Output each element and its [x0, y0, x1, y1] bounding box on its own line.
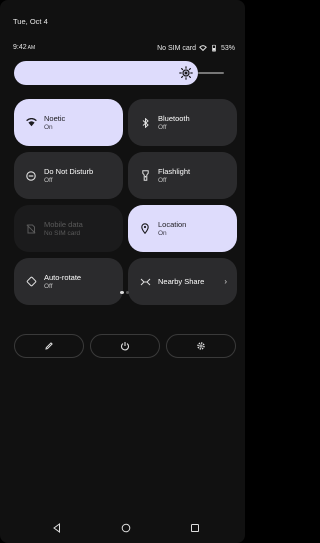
tile-dnd-label: Do Not Disturb	[44, 166, 94, 176]
tile-bluetooth[interactable]: Bluetooth Off	[128, 99, 237, 146]
recents-button[interactable]	[189, 522, 201, 534]
tile-dnd-state: Off	[44, 176, 53, 184]
edit-icon	[45, 342, 53, 350]
navigation-bar	[0, 512, 245, 543]
tile-wifi-state: On	[44, 123, 53, 131]
network-status: No SIM card	[157, 44, 196, 52]
brightness-track-rest	[198, 72, 224, 74]
tile-auto-rotate[interactable]: Auto-rotate Off	[14, 258, 123, 305]
home-icon	[121, 523, 131, 533]
tile-mobile-data[interactable]: Mobile data No SIM card	[14, 205, 123, 252]
tile-auto-rotate-label: Auto-rotate	[44, 272, 82, 282]
brightness-fill	[14, 61, 198, 85]
back-button[interactable]	[51, 522, 63, 534]
quick-settings-panel: Tue, Oct 4 9:42AM No SIM card 53% Noetic…	[0, 0, 245, 543]
auto-rotate-icon	[25, 276, 37, 288]
tile-location-label: Location	[158, 219, 187, 229]
wifi-icon	[25, 117, 37, 129]
tile-bluetooth-label: Bluetooth	[158, 113, 190, 123]
chevron-right-icon: ›	[224, 277, 227, 286]
page-indicator	[120, 291, 129, 294]
tile-nearby-share[interactable]: Nearby Share ›	[128, 258, 237, 305]
flashlight-icon	[139, 170, 151, 182]
status-date: Tue, Oct 4	[13, 17, 48, 26]
status-time-value: 9:42	[13, 44, 27, 51]
tile-bluetooth-state: Off	[158, 123, 167, 131]
page-dot-active	[120, 291, 124, 294]
tile-nearby-share-label: Nearby Share	[158, 277, 205, 286]
settings-icon	[197, 342, 205, 350]
tile-mobile-data-label: Mobile data	[44, 219, 83, 229]
home-button[interactable]	[120, 522, 132, 534]
settings-button[interactable]	[166, 334, 236, 358]
status-time: 9:42AM	[13, 44, 35, 51]
edit-button[interactable]	[14, 334, 84, 358]
page-dot	[126, 291, 129, 294]
brightness-slider[interactable]	[14, 61, 228, 85]
tile-auto-rotate-state: Off	[44, 282, 53, 290]
battery-percent: 53%	[220, 44, 235, 52]
tile-mobile-data-state: No SIM card	[44, 229, 81, 237]
recents-icon	[191, 524, 199, 532]
tile-flashlight[interactable]: Flashlight Off	[128, 152, 237, 199]
dnd-icon	[25, 170, 37, 182]
power-icon	[120, 342, 130, 351]
tile-location[interactable]: Location On	[128, 205, 237, 252]
nearby-share-icon	[139, 276, 151, 288]
location-icon	[139, 223, 151, 235]
mobile-data-icon	[25, 223, 37, 235]
tile-location-state: On	[158, 229, 167, 237]
back-icon	[53, 523, 60, 533]
status-time-suffix: AM	[27, 45, 36, 51]
tile-wifi[interactable]: Noetic On	[14, 99, 123, 146]
power-button[interactable]	[90, 334, 160, 358]
brightness-icon	[179, 66, 193, 80]
tile-wifi-label: Noetic	[44, 113, 66, 123]
tile-flashlight-label: Flashlight	[158, 166, 191, 176]
bluetooth-icon	[139, 117, 151, 129]
status-indicators: No SIM card 53%	[157, 44, 235, 52]
tile-flashlight-state: Off	[158, 176, 167, 184]
wifi-status-icon	[199, 45, 207, 52]
tile-do-not-disturb[interactable]: Do Not Disturb Off	[14, 152, 123, 199]
battery-icon	[212, 44, 216, 52]
